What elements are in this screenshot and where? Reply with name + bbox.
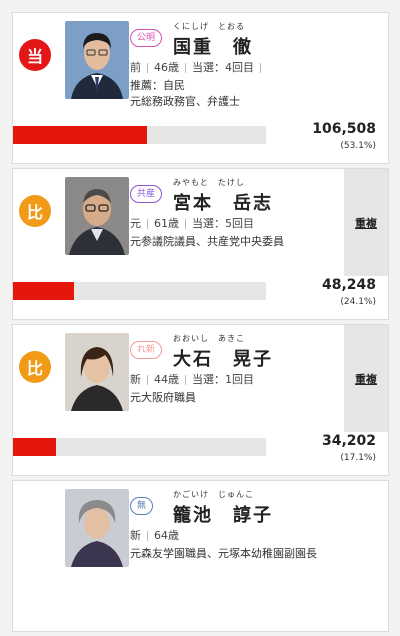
vote-count: 106,508: [312, 121, 376, 137]
proportional-badge: 比: [19, 195, 51, 227]
career-label: 元総務政務官、弁護士: [130, 95, 240, 108]
candidate-meta: 前 46歳 当選：4回目: [130, 59, 267, 75]
name-reading: かごいけ じゅんこ: [173, 490, 254, 499]
party-badge: 無: [130, 497, 154, 515]
elected-badge: 当: [19, 39, 51, 71]
vote-percent: (53.1%): [340, 141, 376, 151]
support-label: 推薦：自民: [130, 79, 185, 92]
candidate-name: 籠池 諄子: [173, 505, 273, 526]
candidate-meta: 新 64歳: [130, 527, 179, 543]
status-label: 新: [130, 529, 141, 542]
candidate-photo: [65, 21, 129, 99]
age-label: 46歳: [154, 61, 179, 74]
duplicate-candidacy-link[interactable]: 重複: [344, 169, 388, 276]
candidate-card[interactable]: 無 かごいけ じゅんこ 籠池 諄子 新 64歳 元森友学園職員、元塚本幼稚園副園長: [12, 480, 389, 632]
vote-share-fill: [13, 126, 148, 144]
party-badge: れ新: [130, 341, 163, 359]
candidate-list: 当 公明 くにしげ とおる 国重 徹 前 46歳 当選：4回目 推薦：自民 元総務政…: [12, 12, 389, 636]
duplicate-candidacy-link[interactable]: 重複: [344, 325, 388, 432]
status-label: 前: [130, 61, 141, 74]
career-label: 元森友学園職員、元塚本幼稚園副園長: [130, 547, 317, 560]
candidate-meta: 元 61歳 当選：5回目: [130, 215, 254, 231]
age-label: 64歳: [154, 529, 179, 542]
vote-count: 34,202: [321, 433, 376, 449]
terms-label: 当選：1回目: [192, 373, 254, 386]
candidate-photo: [65, 177, 129, 255]
vote-share-bar: [13, 282, 266, 300]
age-label: 44歳: [154, 373, 179, 386]
name-reading: くにしげ とおる: [173, 22, 245, 31]
terms-label: 当選：5回目: [192, 217, 254, 230]
candidate-card[interactable]: 当 公明 くにしげ とおる 国重 徹 前 46歳 当選：4回目 推薦：自民 元総務政…: [12, 12, 389, 164]
career-label: 元大阪府職員: [130, 391, 196, 404]
name-reading: みやもと たけし: [173, 178, 245, 187]
vote-percent: (24.1%): [340, 297, 376, 307]
candidate-photo: [65, 489, 129, 567]
candidate-name: 国重 徹: [173, 37, 253, 58]
vote-share-bar: [13, 126, 266, 144]
vote-count: 48,248: [321, 277, 376, 293]
candidate-card[interactable]: 比 れ新 おおいし あきこ 大石 晃子 新 44歳 当選：1回目 元大阪府職員 重複…: [12, 324, 389, 476]
age-label: 61歳: [154, 217, 179, 230]
candidate-name: 宮本 岳志: [173, 193, 273, 214]
vote-share-fill: [13, 282, 74, 300]
terms-label: 当選：4回目: [192, 61, 254, 74]
name-reading: おおいし あきこ: [173, 334, 245, 343]
party-badge: 公明: [130, 29, 163, 47]
career-label: 元参議院議員、共産党中央委員: [130, 235, 284, 248]
vote-percent: (17.1%): [340, 453, 376, 463]
candidate-photo: [65, 333, 129, 411]
candidate-card[interactable]: 比 共産 みやもと たけし 宮本 岳志 元 61歳 当選：5回目 元参議院議員、共産…: [12, 168, 389, 320]
proportional-badge: 比: [19, 351, 51, 383]
status-label: 新: [130, 373, 141, 386]
candidate-meta: 新 44歳 当選：1回目: [130, 371, 254, 387]
vote-share-fill: [13, 438, 57, 456]
party-badge: 共産: [130, 185, 163, 203]
candidate-name: 大石 晃子: [173, 349, 273, 370]
vote-share-bar: [13, 438, 266, 456]
status-label: 元: [130, 217, 141, 230]
